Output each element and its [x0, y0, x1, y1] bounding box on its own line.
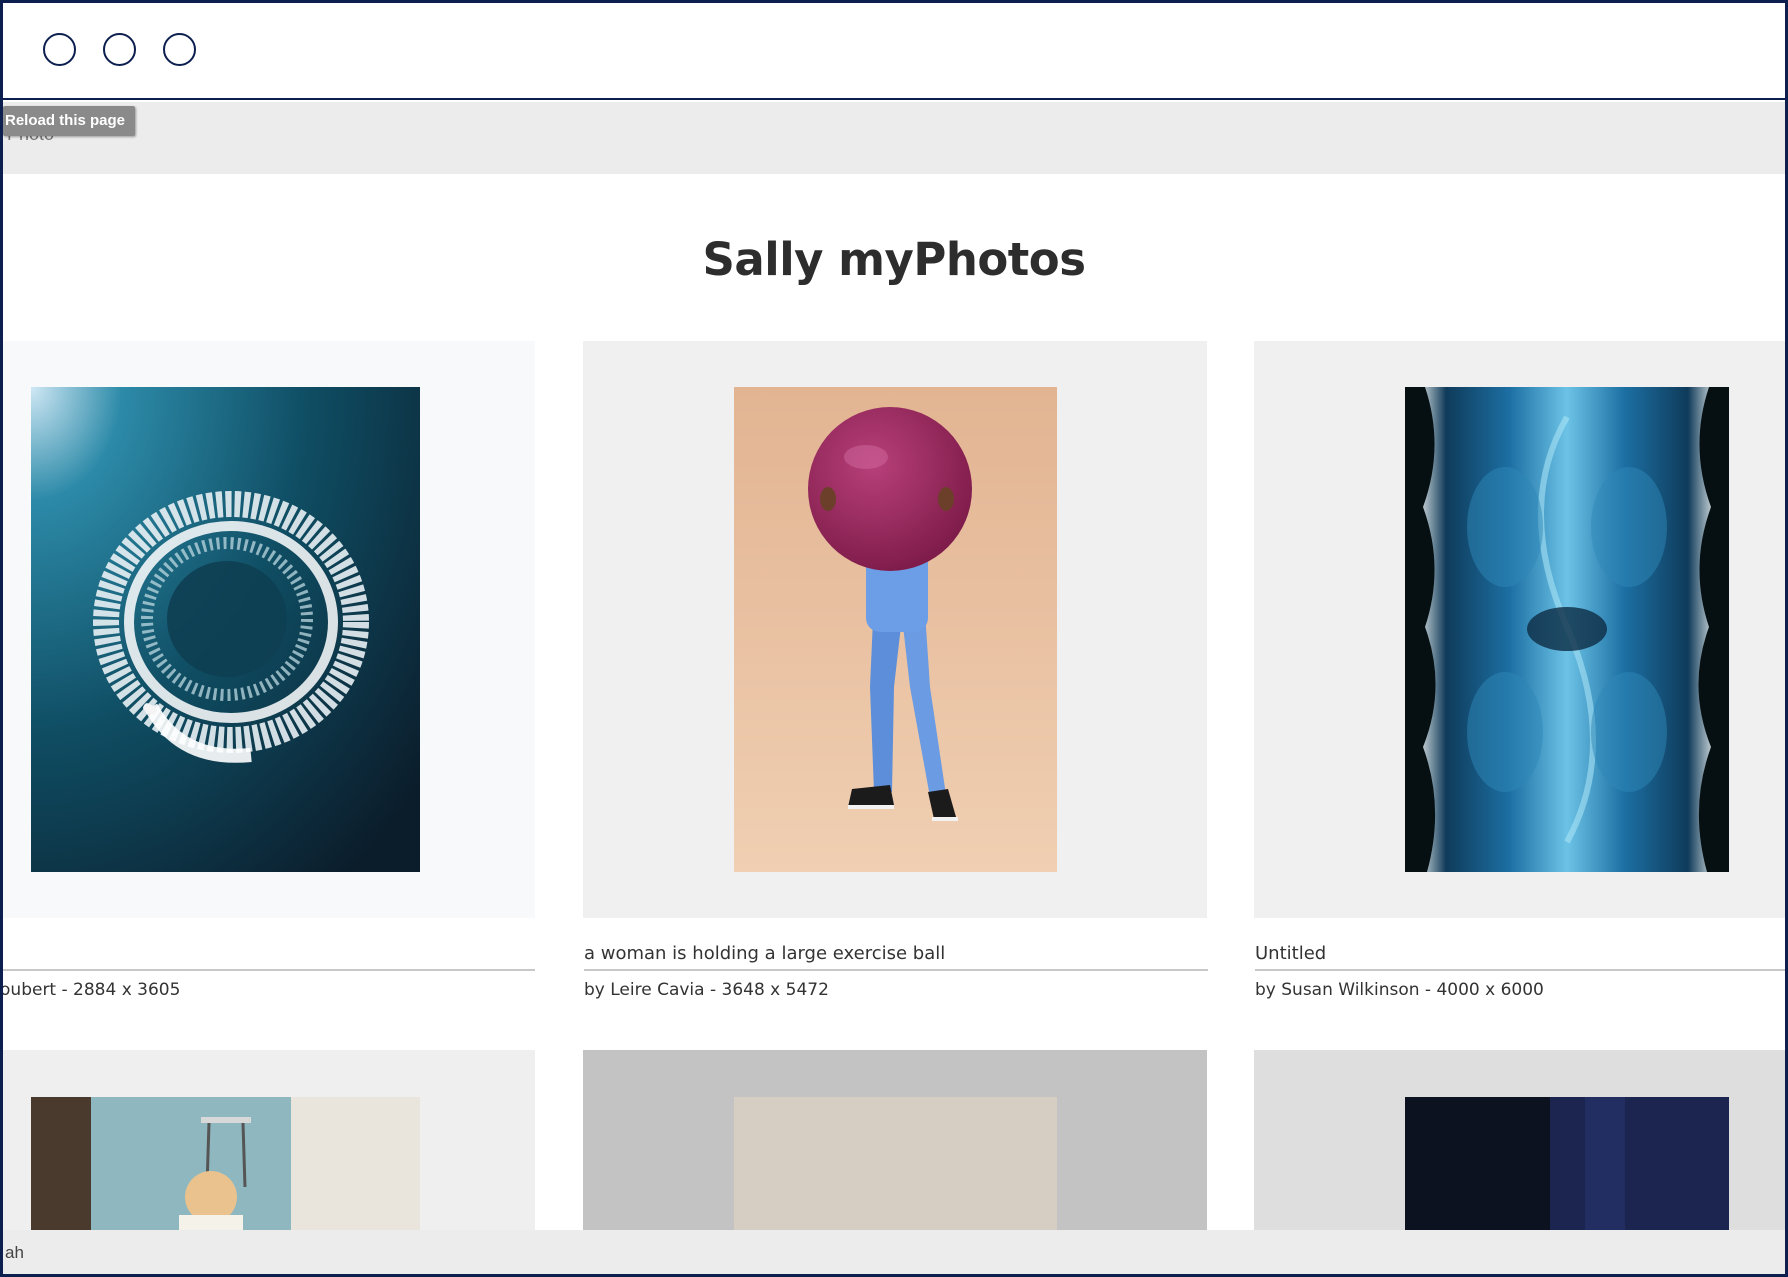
photo-byline: by Susan Wilkinson - 4000 x 6000 — [1255, 980, 1544, 1000]
photo-caption: a woman is holding a large exercise ball — [584, 943, 946, 964]
photo-dark-fabric[interactable] — [1405, 1097, 1729, 1230]
caption-divider — [584, 969, 1208, 971]
minimize-button[interactable] — [103, 33, 136, 66]
photo-beige[interactable] — [734, 1097, 1057, 1230]
photo-abstract-fluid[interactable] — [1405, 387, 1729, 872]
photo-exercise-ball[interactable] — [734, 387, 1057, 872]
window-titlebar — [3, 3, 1785, 100]
browser-window: Photo Reload this page Sally myPhotos — [0, 0, 1788, 1277]
photo-boat-wake[interactable] — [31, 387, 420, 872]
photo-byline: by Leire Cavia - 3648 x 5472 — [584, 980, 829, 1000]
photo-byline: Joubert - 2884 x 3605 — [0, 980, 181, 1000]
browser-toolbar: Photo — [3, 102, 1785, 174]
photo-child-doorway[interactable] — [31, 1097, 420, 1230]
caption-divider — [3, 969, 535, 971]
status-partial-text: ah — [5, 1243, 24, 1262]
page-title: Sally myPhotos — [702, 233, 1087, 286]
reload-tooltip: Reload this page — [3, 106, 136, 136]
close-button[interactable] — [43, 33, 76, 66]
caption-divider — [1255, 969, 1785, 971]
maximize-button[interactable] — [163, 33, 196, 66]
photo-caption: Untitled — [1255, 943, 1327, 964]
bottom-status-bar: ah — [3, 1230, 1785, 1274]
